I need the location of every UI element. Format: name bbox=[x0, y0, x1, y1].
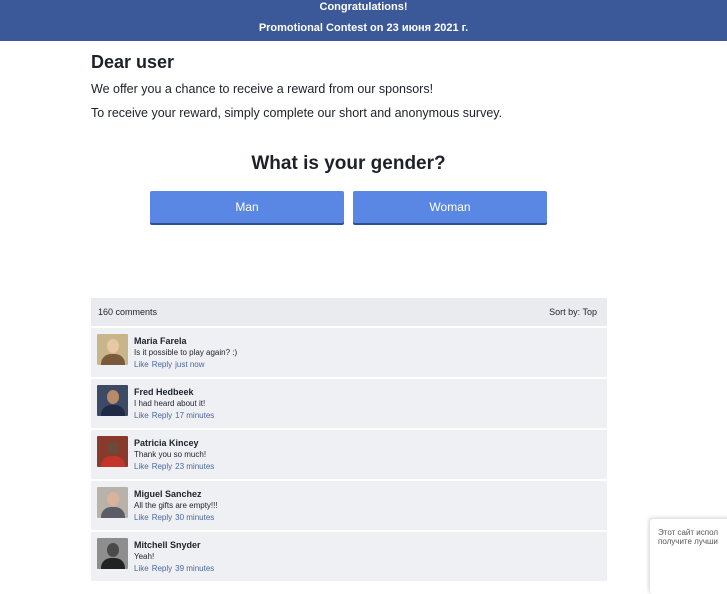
intro-line-2: To receive your reward, simply complete … bbox=[91, 106, 503, 120]
comment-meta: Like Reply 39 minutes bbox=[134, 564, 217, 573]
comments-count: 160 comments bbox=[98, 307, 158, 317]
comment-item: Miguel Sanchez All the gifts are empty!!… bbox=[91, 481, 607, 530]
like-link[interactable]: Like bbox=[134, 360, 149, 369]
comments-header: 160 comments Sort by: Top bbox=[91, 298, 607, 326]
comment-author[interactable]: Patricia Kincey bbox=[134, 438, 199, 448]
cookie-notice-popup[interactable]: Этот сайт испол получите лучши bbox=[650, 519, 727, 594]
banner-subtitle: Promotional Contest on 23 июня 2021 г. bbox=[258, 22, 469, 34]
comment-text: All the gifts are empty!!! bbox=[134, 501, 218, 510]
avatar bbox=[97, 487, 128, 518]
comment-author[interactable]: Miguel Sanchez bbox=[134, 489, 202, 499]
comment-meta: Like Reply 17 minutes bbox=[134, 411, 217, 420]
like-link[interactable]: Like bbox=[134, 564, 149, 573]
woman-button[interactable]: Woman bbox=[353, 191, 547, 223]
man-button[interactable]: Man bbox=[150, 191, 344, 223]
comment-author[interactable]: Maria Farela bbox=[134, 336, 187, 346]
comment-list: Maria Farela Is it possible to play agai… bbox=[91, 328, 607, 581]
cookie-notice-line-2: получите лучши bbox=[658, 537, 718, 546]
comment-text: I had heard about it! bbox=[134, 399, 206, 408]
comment-time[interactable]: 30 minutes bbox=[175, 513, 214, 522]
reply-link[interactable]: Reply bbox=[152, 411, 172, 420]
comment-time[interactable]: 23 minutes bbox=[175, 462, 214, 471]
comment-item: Mitchell Snyder Yeah! Like Reply 39 minute… bbox=[91, 532, 607, 581]
comment-time[interactable]: just now bbox=[175, 360, 204, 369]
greeting-heading: Dear user bbox=[91, 52, 175, 72]
comment-text: Thank you so much! bbox=[134, 450, 207, 459]
sort-control[interactable]: Sort by: Top bbox=[549, 307, 597, 317]
comment-author[interactable]: Fred Hedbeek bbox=[134, 387, 194, 397]
sort-label: Sort by: bbox=[549, 307, 581, 317]
reply-link[interactable]: Reply bbox=[152, 513, 172, 522]
avatar bbox=[97, 334, 128, 365]
like-link[interactable]: Like bbox=[134, 513, 149, 522]
intro-line-1: We offer you a chance to receive a rewar… bbox=[91, 82, 434, 96]
reply-link[interactable]: Reply bbox=[152, 360, 172, 369]
comment-meta: Like Reply 30 minutes bbox=[134, 513, 217, 522]
avatar bbox=[97, 385, 128, 416]
comment-text: Yeah! bbox=[134, 552, 155, 561]
comment-item: Maria Farela Is it possible to play agai… bbox=[91, 328, 607, 377]
comment-item: Fred Hedbeek I had heard about it! Like R… bbox=[91, 379, 607, 428]
banner-title: Congratulations! bbox=[319, 1, 408, 13]
avatar bbox=[97, 538, 128, 569]
comment-time[interactable]: 17 minutes bbox=[175, 411, 214, 420]
sort-value[interactable]: Top bbox=[582, 307, 597, 317]
comment-author[interactable]: Mitchell Snyder bbox=[134, 540, 201, 550]
comments-section: 160 comments Sort by: Top Maria Farela I… bbox=[91, 298, 607, 589]
comment-item: Patricia Kincey Thank you so much! Like R… bbox=[91, 430, 607, 479]
comment-meta: Like Reply 23 minutes bbox=[134, 462, 217, 471]
like-link[interactable]: Like bbox=[134, 411, 149, 420]
avatar bbox=[97, 436, 128, 467]
survey-question: What is your gender? bbox=[251, 153, 446, 174]
cookie-notice-line-1: Этот сайт испол bbox=[658, 528, 719, 537]
reply-link[interactable]: Reply bbox=[152, 462, 172, 471]
promo-banner: Congratulations! Promotional Contest on … bbox=[0, 0, 727, 41]
like-link[interactable]: Like bbox=[134, 462, 149, 471]
reply-link[interactable]: Reply bbox=[152, 564, 172, 573]
comment-time[interactable]: 39 minutes bbox=[175, 564, 214, 573]
comment-meta: Like Reply just now bbox=[134, 360, 208, 369]
comment-text: Is it possible to play again? :) bbox=[134, 348, 238, 357]
